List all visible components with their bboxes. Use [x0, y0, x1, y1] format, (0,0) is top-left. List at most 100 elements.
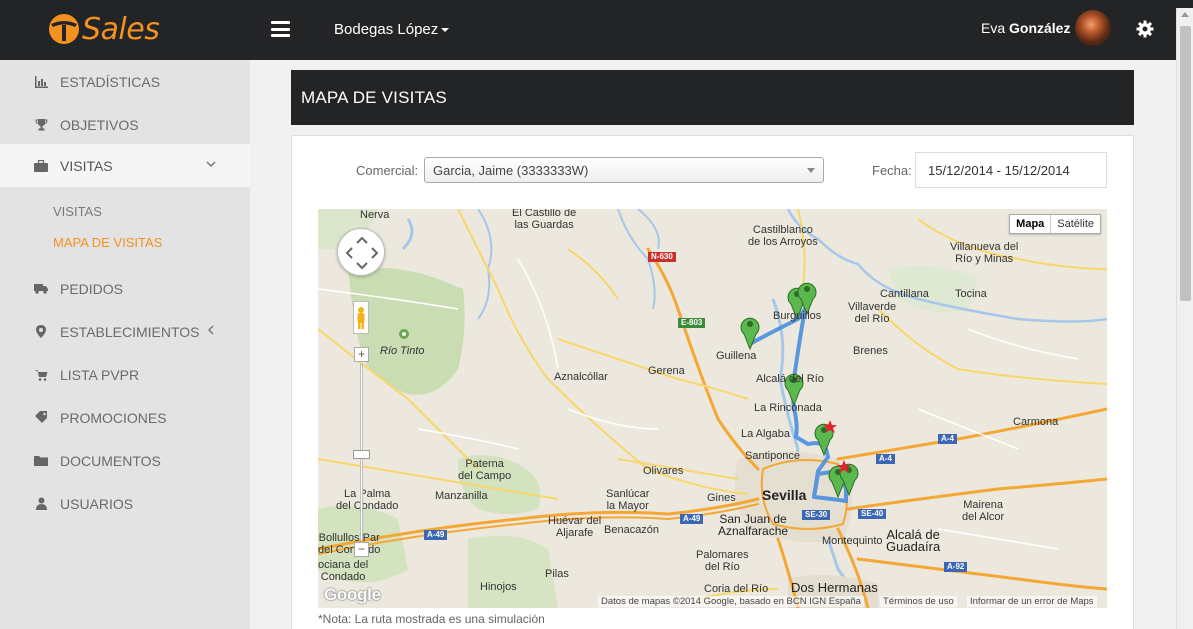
map-label: San Juan de Aznalfarache [718, 512, 789, 538]
brand-name: Sales [82, 11, 160, 47]
sidebar-item-label: OBJETIVOS [60, 116, 139, 133]
menu-toggle-icon[interactable] [271, 21, 290, 37]
map-label: El Castillo de las Guardas [512, 209, 577, 231]
map-label: Nerva [360, 209, 390, 221]
sidebar-item-visitas[interactable]: VISITAS [0, 144, 250, 187]
road-shield: A-4 [876, 454, 895, 464]
gear-icon[interactable] [1135, 19, 1155, 39]
map-label: Sevilla [762, 487, 807, 503]
sidebar-item-label: PROMOCIONES [60, 409, 167, 426]
map-label: La Algaba [741, 428, 790, 440]
road-shield: E-803 [678, 318, 706, 328]
chevron-left-icon [207, 325, 214, 335]
caret-down-icon [441, 28, 450, 33]
map-label: Tocina [955, 288, 987, 300]
map-type-mapa-button[interactable]: Mapa [1010, 215, 1050, 233]
map-label: Castilblanco de los Arroyos [748, 224, 818, 248]
user-last-name: González [1009, 20, 1071, 36]
map-label: Gines [707, 492, 736, 504]
map-label: ociana del Condado [318, 559, 369, 583]
map-type-toggle: Mapa Satélite [1009, 214, 1101, 234]
briefcase-icon [34, 159, 48, 173]
submenu-item-mapa-de-visitas[interactable]: MAPA DE VISITAS [53, 235, 162, 250]
avatar[interactable] [1075, 10, 1111, 46]
report-error-link[interactable]: Informar de un error de Maps [967, 596, 1097, 607]
sidebar: ESTADÍSTICAS OBJETIVOS VISITAS VISITAS M… [0, 60, 250, 629]
map-label: Alcalá del Río [756, 373, 824, 385]
map-label: Huévar del Aljarafe [548, 515, 602, 539]
map-label: Coria del Río [704, 583, 769, 595]
sidebar-item-label: LISTA PVPR [60, 366, 140, 383]
map-label: Río Tinto [380, 345, 425, 357]
sidebar-item-label: VISITAS [60, 157, 113, 174]
map-label: Guillena [716, 350, 757, 362]
truck-icon [34, 282, 48, 296]
sidebar-item-label: ESTADÍSTICAS [60, 73, 161, 90]
logo-mark-icon [49, 14, 79, 44]
fecha-label: Fecha: [872, 163, 912, 178]
sidebar-item-establecimientos[interactable]: ESTABLECIMIENTOS [0, 310, 250, 353]
user-name[interactable]: Eva González [981, 20, 1070, 36]
scroll-thumb[interactable] [1180, 26, 1191, 301]
sidebar-item-estadisticas[interactable]: ESTADÍSTICAS [0, 60, 250, 103]
comercial-select[interactable]: Garcia, Jaime (3333333W) [424, 157, 824, 183]
folder-icon [34, 454, 48, 468]
pan-control[interactable] [337, 228, 385, 276]
user-icon [34, 497, 48, 511]
comercial-selected-value: Garcia, Jaime (3333333W) [433, 163, 589, 178]
map-label: Paterna del Campo [458, 458, 512, 482]
terms-link[interactable]: Términos de uso [880, 596, 957, 607]
route-note: *Nota: La ruta mostrada es una simulació… [318, 612, 545, 626]
map-label: Palomares del Río [696, 549, 749, 573]
submenu-item-visitas[interactable]: VISITAS [53, 204, 102, 219]
page-title: MAPA DE VISITAS [301, 88, 447, 107]
zoom-out-button[interactable]: − [354, 542, 369, 557]
street-view-pegman-icon[interactable] [353, 301, 369, 334]
map-label: Benacazón [604, 524, 660, 536]
road-shield: N-630 [648, 252, 676, 262]
map-label: Olivares [643, 465, 684, 477]
visit-marker[interactable] [740, 317, 760, 351]
app-logo[interactable]: Sales [48, 11, 160, 47]
date-range-input[interactable]: 15/12/2014 - 15/12/2014 [915, 152, 1107, 188]
cart-icon [34, 368, 48, 382]
page-scrollbar[interactable] [1176, 8, 1193, 629]
sidebar-item-promociones[interactable]: PROMOCIONES [0, 396, 250, 439]
sidebar-item-usuarios[interactable]: USUARIOS [0, 482, 250, 525]
page-header: MAPA DE VISITAS [291, 70, 1134, 125]
company-dropdown[interactable]: Bodegas López [334, 21, 450, 38]
sidebar-item-pedidos[interactable]: PEDIDOS [0, 267, 250, 310]
map-label: Brenes [853, 345, 888, 357]
map-label: Santiponce [745, 450, 801, 462]
sidebar-item-lista-pvpr[interactable]: LISTA PVPR [0, 353, 250, 396]
google-logo[interactable]: Google [324, 585, 381, 605]
map-label: Villaverde del Río [848, 301, 897, 325]
zoom-slider-thumb[interactable] [353, 450, 370, 459]
map-label: Sanlúcar la Mayor [606, 488, 650, 512]
road-shield: A-92 [944, 562, 968, 572]
user-first-name: Eva [981, 20, 1006, 36]
map-label: Carmona [1013, 416, 1059, 428]
chevron-down-icon [206, 161, 216, 168]
sidebar-item-label: ESTABLECIMIENTOS [60, 323, 200, 340]
zoom-in-button[interactable]: + [354, 347, 369, 362]
map-label: Cantillana [880, 288, 929, 300]
sidebar-item-documentos[interactable]: DOCUMENTOS [0, 439, 250, 482]
visits-map[interactable]: Nerva El Castillo de las Guardas Castilb… [318, 209, 1107, 608]
road-shield: SE-30 [802, 510, 831, 520]
map-label: Mairena del Alcor [962, 499, 1005, 523]
sidebar-item-objetivos[interactable]: OBJETIVOS [0, 103, 250, 146]
road-shield: SE-40 [858, 509, 887, 519]
map-label: Manzanilla [435, 490, 488, 502]
sidebar-item-label: DOCUMENTOS [60, 452, 161, 469]
tag-icon [34, 411, 48, 425]
visitas-submenu: VISITAS MAPA DE VISITAS [0, 187, 250, 267]
map-label: Montequinto [822, 535, 883, 547]
sidebar-item-label: PEDIDOS [60, 280, 124, 297]
map-label: Dos Hermanas [791, 580, 878, 595]
comercial-label: Comercial: [356, 163, 419, 178]
map-type-satelite-button[interactable]: Satélite [1050, 215, 1100, 233]
map-label: Gerena [648, 365, 685, 377]
map-label: La Palma del Condado [336, 488, 399, 512]
scroll-up-icon[interactable] [1181, 12, 1189, 17]
